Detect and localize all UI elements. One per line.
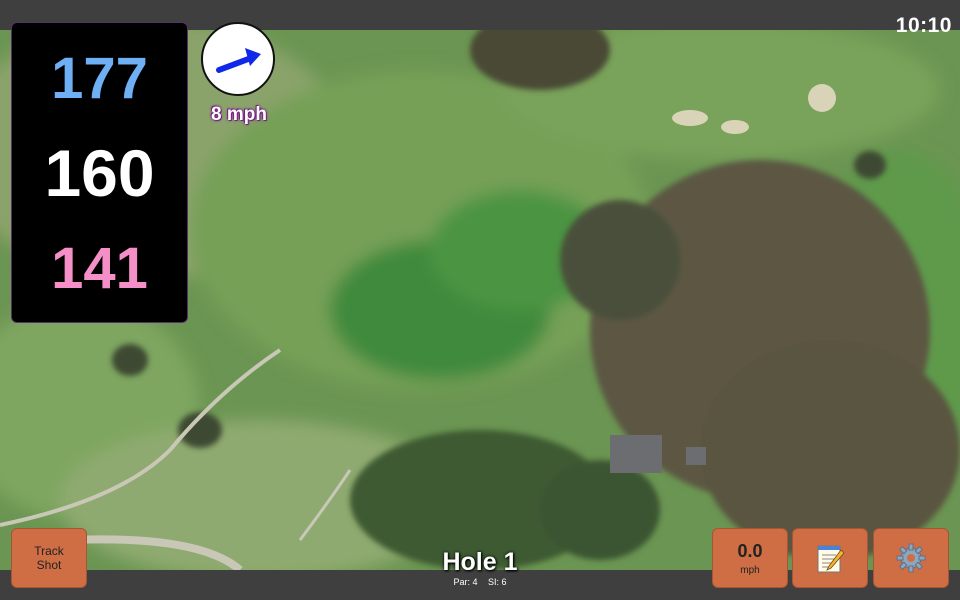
middle-yardage: 160 xyxy=(44,136,155,210)
hole-title: Hole 1 xyxy=(442,548,518,576)
notepad-icon xyxy=(817,545,845,573)
wind-arrow-icon xyxy=(216,48,261,73)
gear-icon xyxy=(896,543,926,573)
notes-button[interactable] xyxy=(792,528,868,588)
settings-button[interactable] xyxy=(873,528,949,588)
back-yardage: 177 xyxy=(51,46,148,111)
hole-info: Par: 4 SI: 6 xyxy=(380,577,580,587)
wind-speed-label: 8 mph xyxy=(211,104,267,125)
track-shot-label: Track Shot xyxy=(34,544,64,572)
yardage-panel: 177 160 141 xyxy=(11,22,188,323)
wind-indicator xyxy=(201,22,275,96)
wind-value: 0.0 xyxy=(737,540,763,561)
hole-par: Par: 4 xyxy=(453,577,478,587)
wind-speed-button[interactable]: 0.0 mph xyxy=(712,528,788,588)
wind-unit: mph xyxy=(740,564,760,576)
track-shot-button[interactable]: Track Shot xyxy=(11,528,87,588)
status-clock: 10:10 xyxy=(895,14,952,37)
front-yardage: 141 xyxy=(51,236,148,301)
hole-si: SI: 6 xyxy=(488,577,507,587)
